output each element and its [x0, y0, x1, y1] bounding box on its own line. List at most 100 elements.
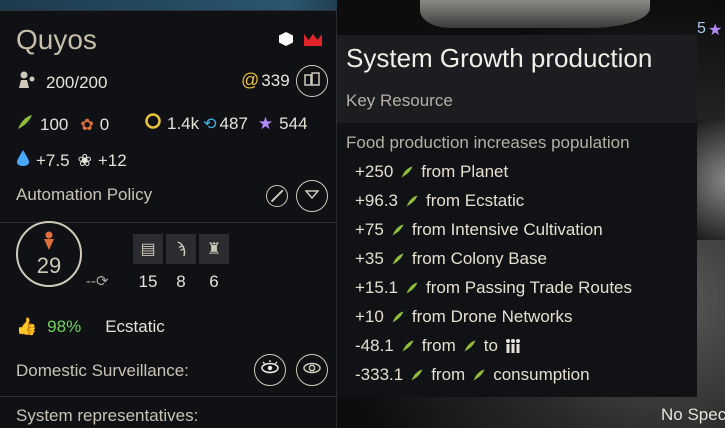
line-value: -333.1 — [355, 365, 404, 384]
dust-icon — [145, 113, 161, 134]
food-icon — [401, 166, 413, 178]
divider — [0, 10, 336, 11]
food-icon — [406, 195, 418, 207]
disable-automation-button[interactable] — [266, 185, 288, 207]
tooltip-description: Food production increases population — [346, 133, 630, 152]
line-value: +250 — [355, 162, 394, 181]
tooltip-header: System Growth production Key Resource — [337, 35, 697, 123]
dust-row: 1.4k ⟲ 487 ★ 544 — [145, 113, 308, 134]
line-text: from Planet — [421, 162, 509, 181]
line-text: from Colony Base — [411, 249, 547, 268]
no-spec-label: No Spec — [661, 405, 725, 424]
surveillance-option-1[interactable] — [254, 354, 286, 386]
food-icon — [406, 282, 418, 294]
line-value: +96.3 — [355, 191, 399, 210]
policy-slot-2[interactable]: ϡ — [166, 234, 196, 264]
buildings-icon — [304, 71, 320, 91]
line-suffix: to — [483, 336, 498, 355]
thumbs-up-icon: 👍 — [16, 317, 38, 336]
line-text: from Ecstatic — [426, 191, 525, 210]
automation-dropdown-button[interactable] — [296, 180, 328, 212]
policy-slot-3[interactable]: ♜ — [199, 234, 229, 264]
industry-value: 0 — [99, 114, 110, 134]
population-row[interactable]: 200/200 — [16, 70, 107, 95]
resource-row: 100 ✿ 0 — [16, 113, 109, 136]
tooltip-line: +75 from Intensive Cultivation — [355, 220, 603, 240]
planet-image — [697, 120, 725, 240]
building-icon: ▤ — [140, 241, 156, 258]
policy-slot-2-value: 8 — [176, 272, 186, 291]
keyhole-icon — [44, 231, 54, 250]
tooltip-subtitle: Key Resource — [346, 91, 453, 110]
eye-sun-icon — [260, 359, 280, 381]
approval-percent: 98% — [47, 317, 82, 336]
food-icon — [392, 311, 404, 323]
offscreen-label-fragment: 5 — [697, 20, 706, 37]
buildings-button[interactable] — [296, 65, 328, 97]
glyph-icon: ϡ — [176, 240, 186, 257]
science-icon: ⟲ — [203, 115, 217, 133]
divider — [0, 396, 336, 397]
dust-value: 1.4k — [167, 113, 200, 133]
food-icon — [392, 224, 404, 236]
lotus-icon: ❀ — [77, 150, 92, 170]
line-value: -48.1 — [355, 336, 394, 355]
line-suffix: consumption — [493, 365, 590, 384]
water-icon — [16, 149, 30, 172]
food-icon — [473, 369, 485, 381]
chevron-down-icon — [304, 187, 320, 205]
system-panel: Quyos 200/200 @ 339 100 ✿ 0 1.4k ⟲ 487 ★… — [0, 10, 337, 428]
star-icon: ★ — [257, 113, 274, 133]
population-icon — [16, 70, 38, 95]
line-text: from — [421, 336, 456, 355]
eye-icon — [302, 360, 322, 381]
system-representatives-label: System representatives: — [16, 406, 199, 425]
system-name: Quyos — [16, 24, 97, 55]
population-icon — [505, 339, 520, 353]
tower-icon: ♜ — [206, 241, 222, 258]
policy-slot-3-value: 6 — [209, 272, 219, 291]
influence2-value: 544 — [279, 113, 308, 133]
tooltip-line: +96.3 from Ecstatic — [355, 191, 524, 211]
line-text: from Drone Networks — [411, 307, 573, 326]
surveillance-option-2[interactable] — [296, 354, 328, 386]
line-text: from — [431, 365, 466, 384]
tooltip-line: +35 from Colony Base — [355, 249, 547, 269]
policy-slot-1[interactable]: ▤ — [133, 234, 163, 264]
food-icon — [411, 369, 423, 381]
population-value: 200/200 — [46, 72, 108, 92]
tooltip-line: -48.1 from to — [355, 336, 522, 356]
tooltip-body: Food production increases population +25… — [337, 123, 697, 397]
food-icon — [402, 340, 414, 352]
system-level-value: 29 — [36, 253, 62, 278]
food-value: 100 — [40, 114, 69, 134]
automation-policy-label: Automation Policy — [16, 185, 153, 204]
crown-icon — [304, 34, 322, 46]
food-icon — [392, 253, 404, 265]
star-icon: ★ — [708, 22, 723, 39]
growth-tooltip: System Growth production Key Resource Fo… — [337, 35, 697, 397]
ship-hull-image — [420, 0, 650, 28]
policy-slot-1-value: 15 — [138, 272, 158, 291]
tooltip-line: -333.1 from consumption — [355, 365, 590, 385]
line-text: from Intensive Cultivation — [411, 220, 603, 239]
tooltip-line: +10 from Drone Networks — [355, 307, 572, 327]
influence-icon: @ — [241, 70, 260, 90]
tooltip-line: +15.1 from Passing Trade Routes — [355, 278, 632, 298]
food-icon — [464, 340, 476, 352]
approval-status: Ecstatic — [105, 317, 165, 336]
bonus-row: +7.5 ❀ +12 — [16, 149, 127, 172]
influence-row[interactable]: @ 339 — [241, 70, 290, 91]
food-icon — [16, 113, 34, 136]
system-level-indicator[interactable]: 29 — [16, 221, 82, 287]
science-value: 487 — [219, 113, 248, 133]
industry-icon: ✿ — [80, 116, 94, 134]
line-text: from Passing Trade Routes — [426, 278, 632, 297]
approval-row[interactable]: 👍 98% Ecstatic — [16, 317, 165, 337]
line-value: +10 — [355, 307, 384, 326]
domestic-surveillance-label: Domestic Surveillance: — [16, 361, 189, 380]
cube-icon — [279, 32, 293, 46]
tooltip-line: +250 from Planet — [355, 162, 508, 182]
lotus-bonus-value: +12 — [97, 150, 127, 170]
line-value: +35 — [355, 249, 384, 268]
